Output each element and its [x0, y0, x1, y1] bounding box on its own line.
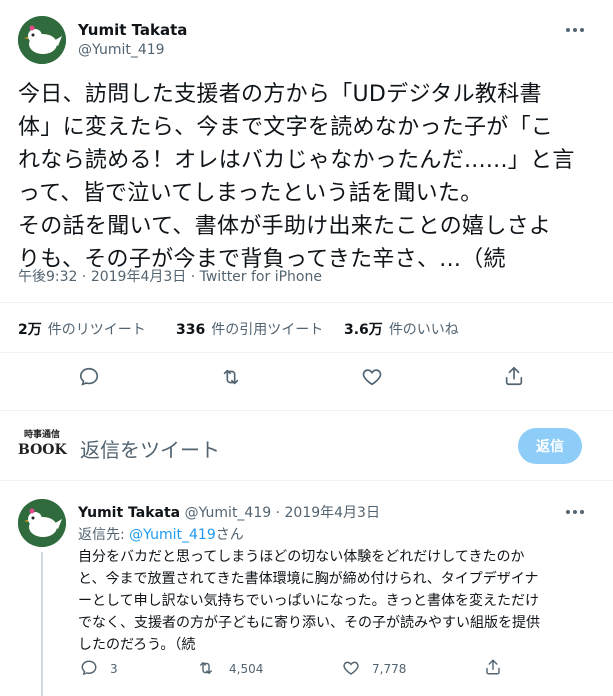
comment-icon[interactable]: [78, 366, 100, 388]
divider: [0, 352, 613, 353]
quote-count-label: 件の引用ツイート: [211, 322, 324, 338]
quote-count[interactable]: 336 件の引用ツイート: [176, 319, 323, 339]
account-logo[interactable]: 時事通信 BOOK: [18, 430, 67, 464]
logo-top-text: 時事通信: [23, 430, 60, 440]
quote-count-number: 336: [176, 322, 206, 338]
like-count-label: 件のいいね: [388, 322, 459, 338]
comment-icon[interactable]: [80, 659, 98, 677]
reply-text: 自分をバカだと思ってしまうほどの切ない体験をどれだけしてきたのか と、今まで放置…: [78, 549, 540, 653]
tweet-date[interactable]: 2019年4月3日: [91, 269, 186, 285]
divider: [0, 410, 613, 411]
reply-to-suffix: さん: [215, 527, 244, 543]
reply-input[interactable]: 返信をツイート: [80, 434, 220, 463]
more-dots-icon[interactable]: [566, 28, 584, 32]
like-count-number: 3.6万: [344, 322, 383, 338]
avatar[interactable]: [18, 499, 66, 547]
reply-button[interactable]: 返信: [518, 428, 582, 464]
divider: [0, 302, 613, 303]
avatar[interactable]: [18, 16, 66, 64]
retweet-icon[interactable]: [196, 659, 216, 677]
more-dots-icon[interactable]: [566, 510, 584, 514]
meta-separator: ·: [186, 269, 200, 285]
tweet-date[interactable]: 2019年4月3日: [285, 505, 380, 521]
thread-line: [41, 552, 43, 696]
bird-avatar-icon: [18, 499, 66, 547]
retweet-count-number: 2万: [18, 322, 42, 338]
tweet-time[interactable]: 午後9:32: [18, 269, 77, 285]
tweet-text: 今日、訪問した支援者の方から「UDデジタル教科書 体」に変えたら、今まで文字を読…: [18, 82, 575, 272]
like-count: 7,778: [372, 662, 407, 676]
meta-separator: ·: [77, 269, 91, 285]
tweet-source[interactable]: Twitter for iPhone: [200, 269, 322, 285]
retweet-count: 4,504: [229, 662, 264, 676]
user-handle[interactable]: @Yumit_419: [185, 505, 272, 521]
divider: [0, 480, 613, 481]
display-name[interactable]: Yumit Takata: [78, 505, 180, 521]
share-icon[interactable]: [503, 365, 525, 387]
reply-header: Yumit Takata @Yumit_419 · 2019年4月3日: [78, 502, 380, 522]
tweet-meta: 午後9:32 · 2019年4月3日 · Twitter for iPhone: [18, 266, 322, 286]
bird-avatar-icon: [18, 16, 66, 64]
retweet-icon[interactable]: [219, 366, 243, 388]
heart-icon[interactable]: [342, 659, 360, 677]
share-icon[interactable]: [484, 658, 502, 676]
like-count[interactable]: 3.6万 件のいいね: [344, 319, 459, 339]
reply-to-link[interactable]: @Yumit_419: [129, 527, 216, 543]
heart-icon[interactable]: [361, 366, 383, 388]
reply-count: 3: [110, 662, 118, 676]
logo-bottom-text: BOOK: [18, 442, 67, 458]
reply-to: 返信先: @Yumit_419さん: [78, 524, 244, 544]
retweet-count-label: 件のリツイート: [47, 322, 146, 338]
meta-separator: ·: [275, 505, 285, 521]
retweet-count[interactable]: 2万 件のリツイート: [18, 319, 146, 339]
reply-to-prefix: 返信先:: [78, 527, 130, 543]
user-handle[interactable]: @Yumit_419: [78, 42, 165, 58]
display-name[interactable]: Yumit Takata: [78, 21, 187, 39]
